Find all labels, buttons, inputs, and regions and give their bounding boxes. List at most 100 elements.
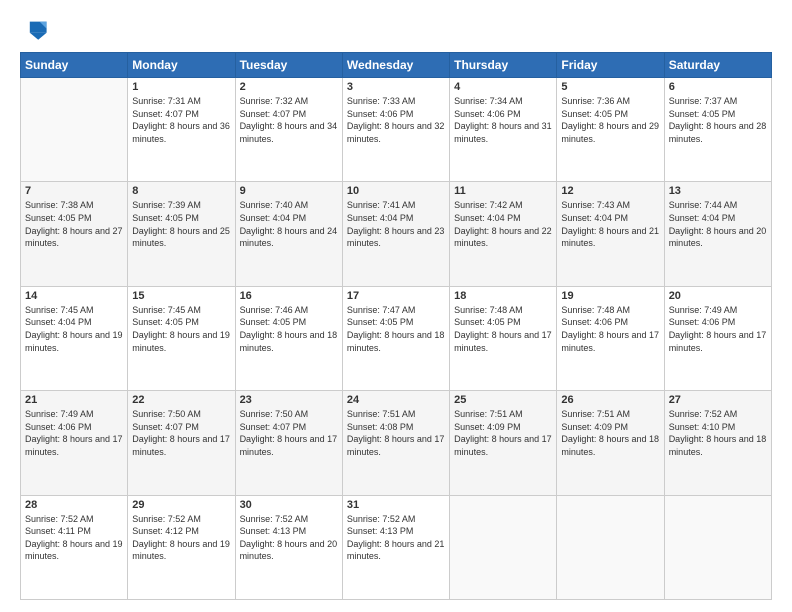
day-info: Sunrise: 7:31 AMSunset: 4:07 PMDaylight:… [132, 95, 230, 145]
day-info: Sunrise: 7:33 AMSunset: 4:06 PMDaylight:… [347, 95, 445, 145]
day-number: 23 [240, 394, 338, 406]
logo-icon [20, 16, 48, 44]
day-number: 24 [347, 394, 445, 406]
day-info: Sunrise: 7:51 AMSunset: 4:08 PMDaylight:… [347, 408, 445, 458]
calendar-day-cell: 19 Sunrise: 7:48 AMSunset: 4:06 PMDayligh… [557, 286, 664, 390]
day-info: Sunrise: 7:52 AMSunset: 4:13 PMDaylight:… [347, 513, 445, 563]
calendar-week-row: 21Sunrise: 7:49 AMSunset: 4:06 PMDayligh… [21, 391, 772, 495]
day-number: 12 [561, 185, 659, 197]
day-number: 5 [561, 81, 659, 93]
day-info: Sunrise: 7:38 AMSunset: 4:05 PMDaylight:… [25, 199, 123, 249]
day-number: 30 [240, 499, 338, 511]
day-number: 19 [561, 290, 659, 302]
calendar-day-cell: 20Sunrise: 7:49 AMSunset: 4:06 PMDayligh… [664, 286, 771, 390]
calendar-day-cell: 13 Sunrise: 7:44 AMSunset: 4:04 PMDayligh… [664, 182, 771, 286]
calendar-day-header: Saturday [664, 53, 771, 78]
day-info: Sunrise: 7:49 AMSunset: 4:06 PMDaylight:… [25, 408, 123, 458]
day-info: Sunrise: 7:32 AMSunset: 4:07 PMDaylight:… [240, 95, 338, 145]
day-number: 13 [669, 185, 767, 197]
calendar-day-header: Monday [128, 53, 235, 78]
day-info: Sunrise: 7:37 AMSunset: 4:05 PMDaylight:… [669, 95, 767, 145]
day-number: 3 [347, 81, 445, 93]
day-info: Sunrise: 7:52 AMSunset: 4:11 PMDaylight:… [25, 513, 123, 563]
day-number: 25 [454, 394, 552, 406]
calendar-day-cell [557, 495, 664, 599]
calendar-day-cell: 10Sunrise: 7:41 AMSunset: 4:04 PMDayligh… [342, 182, 449, 286]
calendar-day-cell: 1 Sunrise: 7:31 AMSunset: 4:07 PMDaylight… [128, 78, 235, 182]
day-info: Sunrise: 7:52 AMSunset: 4:10 PMDaylight:… [669, 408, 767, 458]
calendar-day-cell: 5 Sunrise: 7:36 AMSunset: 4:05 PMDaylight… [557, 78, 664, 182]
day-info: Sunrise: 7:44 AMSunset: 4:04 PMDaylight:… [669, 199, 767, 249]
day-info: Sunrise: 7:49 AMSunset: 4:06 PMDaylight:… [669, 304, 767, 354]
day-info: Sunrise: 7:51 AMSunset: 4:09 PMDaylight:… [454, 408, 552, 458]
day-number: 2 [240, 81, 338, 93]
calendar-day-cell: 6 Sunrise: 7:37 AMSunset: 4:05 PMDaylight… [664, 78, 771, 182]
day-info: Sunrise: 7:52 AMSunset: 4:13 PMDaylight:… [240, 513, 338, 563]
day-number: 8 [132, 185, 230, 197]
page: SundayMondayTuesdayWednesdayThursdayFrid… [0, 0, 792, 612]
calendar-day-cell: 25 Sunrise: 7:51 AMSunset: 4:09 PMDayligh… [450, 391, 557, 495]
day-info: Sunrise: 7:43 AMSunset: 4:04 PMDaylight:… [561, 199, 659, 249]
calendar-table: SundayMondayTuesdayWednesdayThursdayFrid… [20, 52, 772, 600]
day-info: Sunrise: 7:50 AMSunset: 4:07 PMDaylight:… [132, 408, 230, 458]
header [20, 16, 772, 44]
day-number: 9 [240, 185, 338, 197]
day-info: Sunrise: 7:51 AMSunset: 4:09 PMDaylight:… [561, 408, 659, 458]
calendar-day-cell: 2 Sunrise: 7:32 AMSunset: 4:07 PMDaylight… [235, 78, 342, 182]
day-number: 6 [669, 81, 767, 93]
calendar-day-header: Wednesday [342, 53, 449, 78]
day-info: Sunrise: 7:39 AMSunset: 4:05 PMDaylight:… [132, 199, 230, 249]
calendar-day-cell: 24 Sunrise: 7:51 AMSunset: 4:08 PMDayligh… [342, 391, 449, 495]
day-number: 14 [25, 290, 123, 302]
day-info: Sunrise: 7:46 AMSunset: 4:05 PMDaylight:… [240, 304, 338, 354]
calendar-day-cell: 29 Sunrise: 7:52 AMSunset: 4:12 PMDayligh… [128, 495, 235, 599]
day-number: 17 [347, 290, 445, 302]
day-info: Sunrise: 7:41 AMSunset: 4:04 PMDaylight:… [347, 199, 445, 249]
calendar-day-cell: 27 Sunrise: 7:52 AMSunset: 4:10 PMDayligh… [664, 391, 771, 495]
day-number: 16 [240, 290, 338, 302]
calendar-day-cell: 11 Sunrise: 7:42 AMSunset: 4:04 PMDayligh… [450, 182, 557, 286]
day-info: Sunrise: 7:45 AMSunset: 4:05 PMDaylight:… [132, 304, 230, 354]
calendar-day-cell: 28Sunrise: 7:52 AMSunset: 4:11 PMDayligh… [21, 495, 128, 599]
day-number: 18 [454, 290, 552, 302]
day-info: Sunrise: 7:48 AMSunset: 4:06 PMDaylight:… [561, 304, 659, 354]
calendar-day-cell: 4Sunrise: 7:34 AMSunset: 4:06 PMDaylight… [450, 78, 557, 182]
day-info: Sunrise: 7:50 AMSunset: 4:07 PMDaylight:… [240, 408, 338, 458]
calendar-day-cell: 23 Sunrise: 7:50 AMSunset: 4:07 PMDayligh… [235, 391, 342, 495]
day-number: 31 [347, 499, 445, 511]
calendar-day-header: Tuesday [235, 53, 342, 78]
calendar-day-cell: 12 Sunrise: 7:43 AMSunset: 4:04 PMDayligh… [557, 182, 664, 286]
calendar-day-cell [450, 495, 557, 599]
calendar-day-cell: 22 Sunrise: 7:50 AMSunset: 4:07 PMDayligh… [128, 391, 235, 495]
calendar-week-row: 28Sunrise: 7:52 AMSunset: 4:11 PMDayligh… [21, 495, 772, 599]
day-info: Sunrise: 7:48 AMSunset: 4:05 PMDaylight:… [454, 304, 552, 354]
calendar-day-cell [21, 78, 128, 182]
calendar-day-cell: 8 Sunrise: 7:39 AMSunset: 4:05 PMDaylight… [128, 182, 235, 286]
calendar-day-cell: 26Sunrise: 7:51 AMSunset: 4:09 PMDayligh… [557, 391, 664, 495]
day-number: 22 [132, 394, 230, 406]
calendar-day-cell: 18 Sunrise: 7:48 AMSunset: 4:05 PMDayligh… [450, 286, 557, 390]
day-info: Sunrise: 7:45 AMSunset: 4:04 PMDaylight:… [25, 304, 123, 354]
day-number: 1 [132, 81, 230, 93]
day-number: 27 [669, 394, 767, 406]
day-number: 15 [132, 290, 230, 302]
day-number: 29 [132, 499, 230, 511]
calendar-day-header: Thursday [450, 53, 557, 78]
day-info: Sunrise: 7:36 AMSunset: 4:05 PMDaylight:… [561, 95, 659, 145]
day-info: Sunrise: 7:42 AMSunset: 4:04 PMDaylight:… [454, 199, 552, 249]
calendar-day-cell: 17 Sunrise: 7:47 AMSunset: 4:05 PMDayligh… [342, 286, 449, 390]
day-number: 11 [454, 185, 552, 197]
day-info: Sunrise: 7:52 AMSunset: 4:12 PMDaylight:… [132, 513, 230, 563]
day-number: 7 [25, 185, 123, 197]
day-info: Sunrise: 7:40 AMSunset: 4:04 PMDaylight:… [240, 199, 338, 249]
calendar-week-row: 1 Sunrise: 7:31 AMSunset: 4:07 PMDaylight… [21, 78, 772, 182]
calendar-day-cell: 16 Sunrise: 7:46 AMSunset: 4:05 PMDayligh… [235, 286, 342, 390]
calendar-day-cell [664, 495, 771, 599]
calendar-day-cell: 7 Sunrise: 7:38 AMSunset: 4:05 PMDaylight… [21, 182, 128, 286]
calendar-day-cell: 14 Sunrise: 7:45 AMSunset: 4:04 PMDayligh… [21, 286, 128, 390]
calendar-day-cell: 15 Sunrise: 7:45 AMSunset: 4:05 PMDayligh… [128, 286, 235, 390]
calendar-header-row: SundayMondayTuesdayWednesdayThursdayFrid… [21, 53, 772, 78]
day-info: Sunrise: 7:47 AMSunset: 4:05 PMDaylight:… [347, 304, 445, 354]
calendar-day-cell: 9 Sunrise: 7:40 AMSunset: 4:04 PMDaylight… [235, 182, 342, 286]
calendar-week-row: 7 Sunrise: 7:38 AMSunset: 4:05 PMDaylight… [21, 182, 772, 286]
